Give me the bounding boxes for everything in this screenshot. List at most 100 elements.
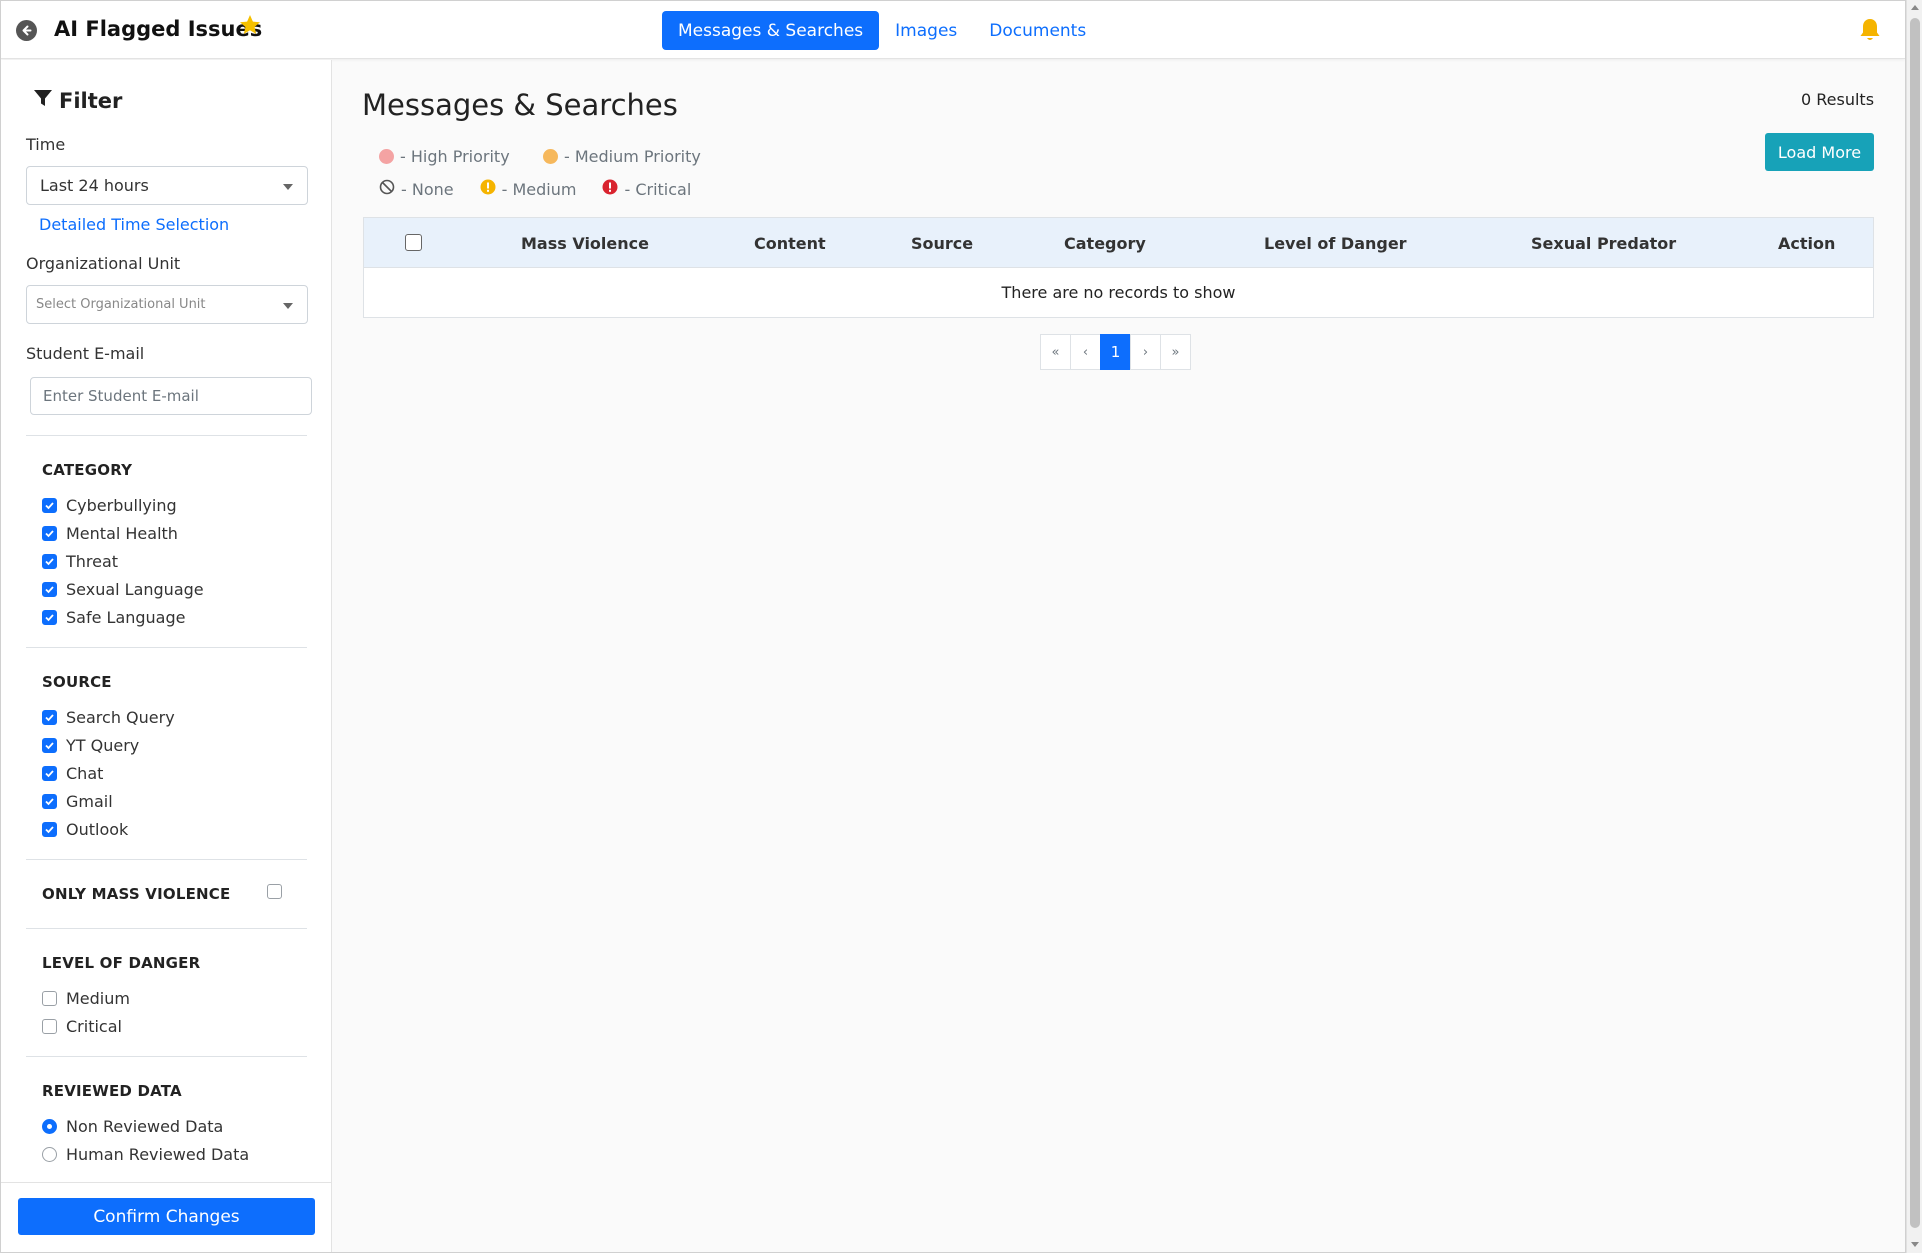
scroll-up-icon[interactable] (1911, 5, 1919, 10)
org-unit-select[interactable]: Select Organizational Unit (26, 285, 308, 324)
column-sexual-predator[interactable]: Sexual Predator (1531, 218, 1676, 268)
danger-medium[interactable]: Medium (42, 989, 130, 1008)
scroll-down-icon[interactable] (1911, 1242, 1919, 1247)
legend-label: - Medium Priority (564, 147, 701, 166)
org-unit-placeholder: Select Organizational Unit (36, 297, 206, 312)
empty-table-message: There are no records to show (1001, 283, 1236, 302)
checkbox-checked[interactable] (42, 554, 57, 569)
chevron-down-icon (283, 184, 293, 190)
results-count: 0 Results (1801, 90, 1875, 109)
column-source[interactable]: Source (911, 218, 973, 268)
checkbox-unchecked[interactable] (42, 991, 57, 1006)
filter-sidebar: Filter Time Last 24 hours Detailed Time … (1, 60, 332, 1252)
column-content[interactable]: Content (754, 218, 826, 268)
time-label: Time (26, 135, 66, 154)
results-table: Mass Violence Content Source Category Le… (363, 217, 1874, 318)
legend-none: - None - Medium - Critical (379, 179, 691, 199)
column-category[interactable]: Category (1064, 218, 1146, 268)
ban-icon (379, 179, 395, 199)
divider (26, 647, 307, 648)
pagination-page-1[interactable]: 1 (1100, 334, 1131, 370)
checkbox-checked[interactable] (42, 794, 57, 809)
student-email-label: Student E-mail (26, 344, 145, 363)
danger-critical[interactable]: Critical (42, 1017, 122, 1036)
critical-alert-icon (602, 179, 618, 199)
source-yt-query[interactable]: YT Query (42, 736, 139, 755)
category-threat[interactable]: Threat (42, 552, 118, 571)
back-arrow-icon[interactable] (16, 20, 37, 41)
page-title: Messages & Searches (362, 88, 678, 122)
checkbox-label: Threat (66, 552, 119, 571)
category-mental-health[interactable]: Mental Health (42, 524, 178, 543)
checkbox-checked[interactable] (42, 526, 57, 541)
divider (26, 928, 307, 929)
tab-images[interactable]: Images (879, 11, 973, 50)
checkbox-checked[interactable] (42, 498, 57, 513)
category-sexual-language[interactable]: Sexual Language (42, 580, 204, 599)
column-mass-violence[interactable]: Mass Violence (521, 218, 649, 268)
checkbox-label: YT Query (66, 736, 140, 755)
mass-violence-title: ONLY MASS VIOLENCE (42, 885, 231, 903)
pagination: « ‹ 1 › » (1040, 334, 1191, 370)
favorite-star-icon[interactable] (238, 13, 262, 41)
mass-violence-checkbox[interactable] (267, 884, 282, 899)
chevron-down-icon (283, 303, 293, 309)
reviewed-non-reviewed[interactable]: Non Reviewed Data (42, 1117, 223, 1136)
checkbox-checked[interactable] (42, 822, 57, 837)
checkbox-checked[interactable] (42, 710, 57, 725)
radio-selected[interactable] (42, 1119, 57, 1134)
reviewed-data-title: REVIEWED DATA (42, 1082, 182, 1100)
checkbox-label: Mental Health (66, 524, 178, 543)
filter-funnel-icon (33, 88, 53, 113)
checkbox-label: Search Query (66, 708, 175, 727)
page-scrollbar[interactable] (1906, 0, 1922, 1253)
level-of-danger-title: LEVEL OF DANGER (42, 954, 201, 972)
checkbox-checked[interactable] (42, 738, 57, 753)
legend-label: - Critical (624, 179, 692, 199)
legend-label: - None (401, 179, 454, 199)
time-select[interactable]: Last 24 hours (26, 166, 308, 205)
radio-unselected[interactable] (42, 1147, 57, 1162)
checkbox-label: Outlook (66, 820, 129, 839)
pagination-first[interactable]: « (1040, 334, 1071, 370)
org-unit-label: Organizational Unit (26, 254, 181, 273)
load-more-button[interactable]: Load More (1765, 133, 1874, 171)
pagination-prev[interactable]: ‹ (1070, 334, 1101, 370)
pagination-next[interactable]: › (1130, 334, 1161, 370)
divider (26, 859, 307, 860)
category-safe-language[interactable]: Safe Language (42, 608, 185, 627)
select-all-checkbox[interactable] (405, 234, 422, 251)
checkbox-label: Critical (66, 1017, 122, 1036)
radio-label: Non Reviewed Data (66, 1117, 224, 1136)
medium-priority-dot-icon (543, 149, 558, 164)
notification-bell-icon[interactable] (1858, 17, 1882, 47)
checkbox-label: Sexual Language (66, 580, 204, 599)
detailed-time-selection-link[interactable]: Detailed Time Selection (39, 215, 229, 234)
source-chat[interactable]: Chat (42, 764, 103, 783)
source-gmail[interactable]: Gmail (42, 792, 113, 811)
app-title: AI Flagged Issues (54, 17, 263, 41)
source-section-title: SOURCE (42, 673, 112, 691)
tab-messages-searches[interactable]: Messages & Searches (662, 11, 880, 50)
confirm-changes-button[interactable]: Confirm Changes (18, 1198, 315, 1235)
legend-label: - Medium (501, 179, 577, 199)
column-level-of-danger[interactable]: Level of Danger (1264, 218, 1407, 268)
pagination-last[interactable]: » (1160, 334, 1191, 370)
time-select-value: Last 24 hours (40, 176, 149, 195)
source-search-query[interactable]: Search Query (42, 708, 175, 727)
filter-heading: Filter (33, 88, 122, 113)
checkbox-unchecked[interactable] (42, 1019, 57, 1034)
student-email-input[interactable] (30, 377, 312, 415)
divider (1, 1182, 332, 1183)
checkbox-checked[interactable] (42, 582, 57, 597)
reviewed-human-reviewed[interactable]: Human Reviewed Data (42, 1145, 249, 1164)
source-outlook[interactable]: Outlook (42, 820, 128, 839)
top-header: AI Flagged Issues Messages & Searches Im… (1, 1, 1905, 59)
scrollbar-thumb[interactable] (1910, 18, 1920, 1228)
high-priority-dot-icon (379, 149, 394, 164)
checkbox-checked[interactable] (42, 766, 57, 781)
tab-documents[interactable]: Documents (973, 11, 1102, 50)
radio-label: Human Reviewed Data (66, 1145, 250, 1164)
category-cyberbullying[interactable]: Cyberbullying (42, 496, 177, 515)
checkbox-checked[interactable] (42, 610, 57, 625)
